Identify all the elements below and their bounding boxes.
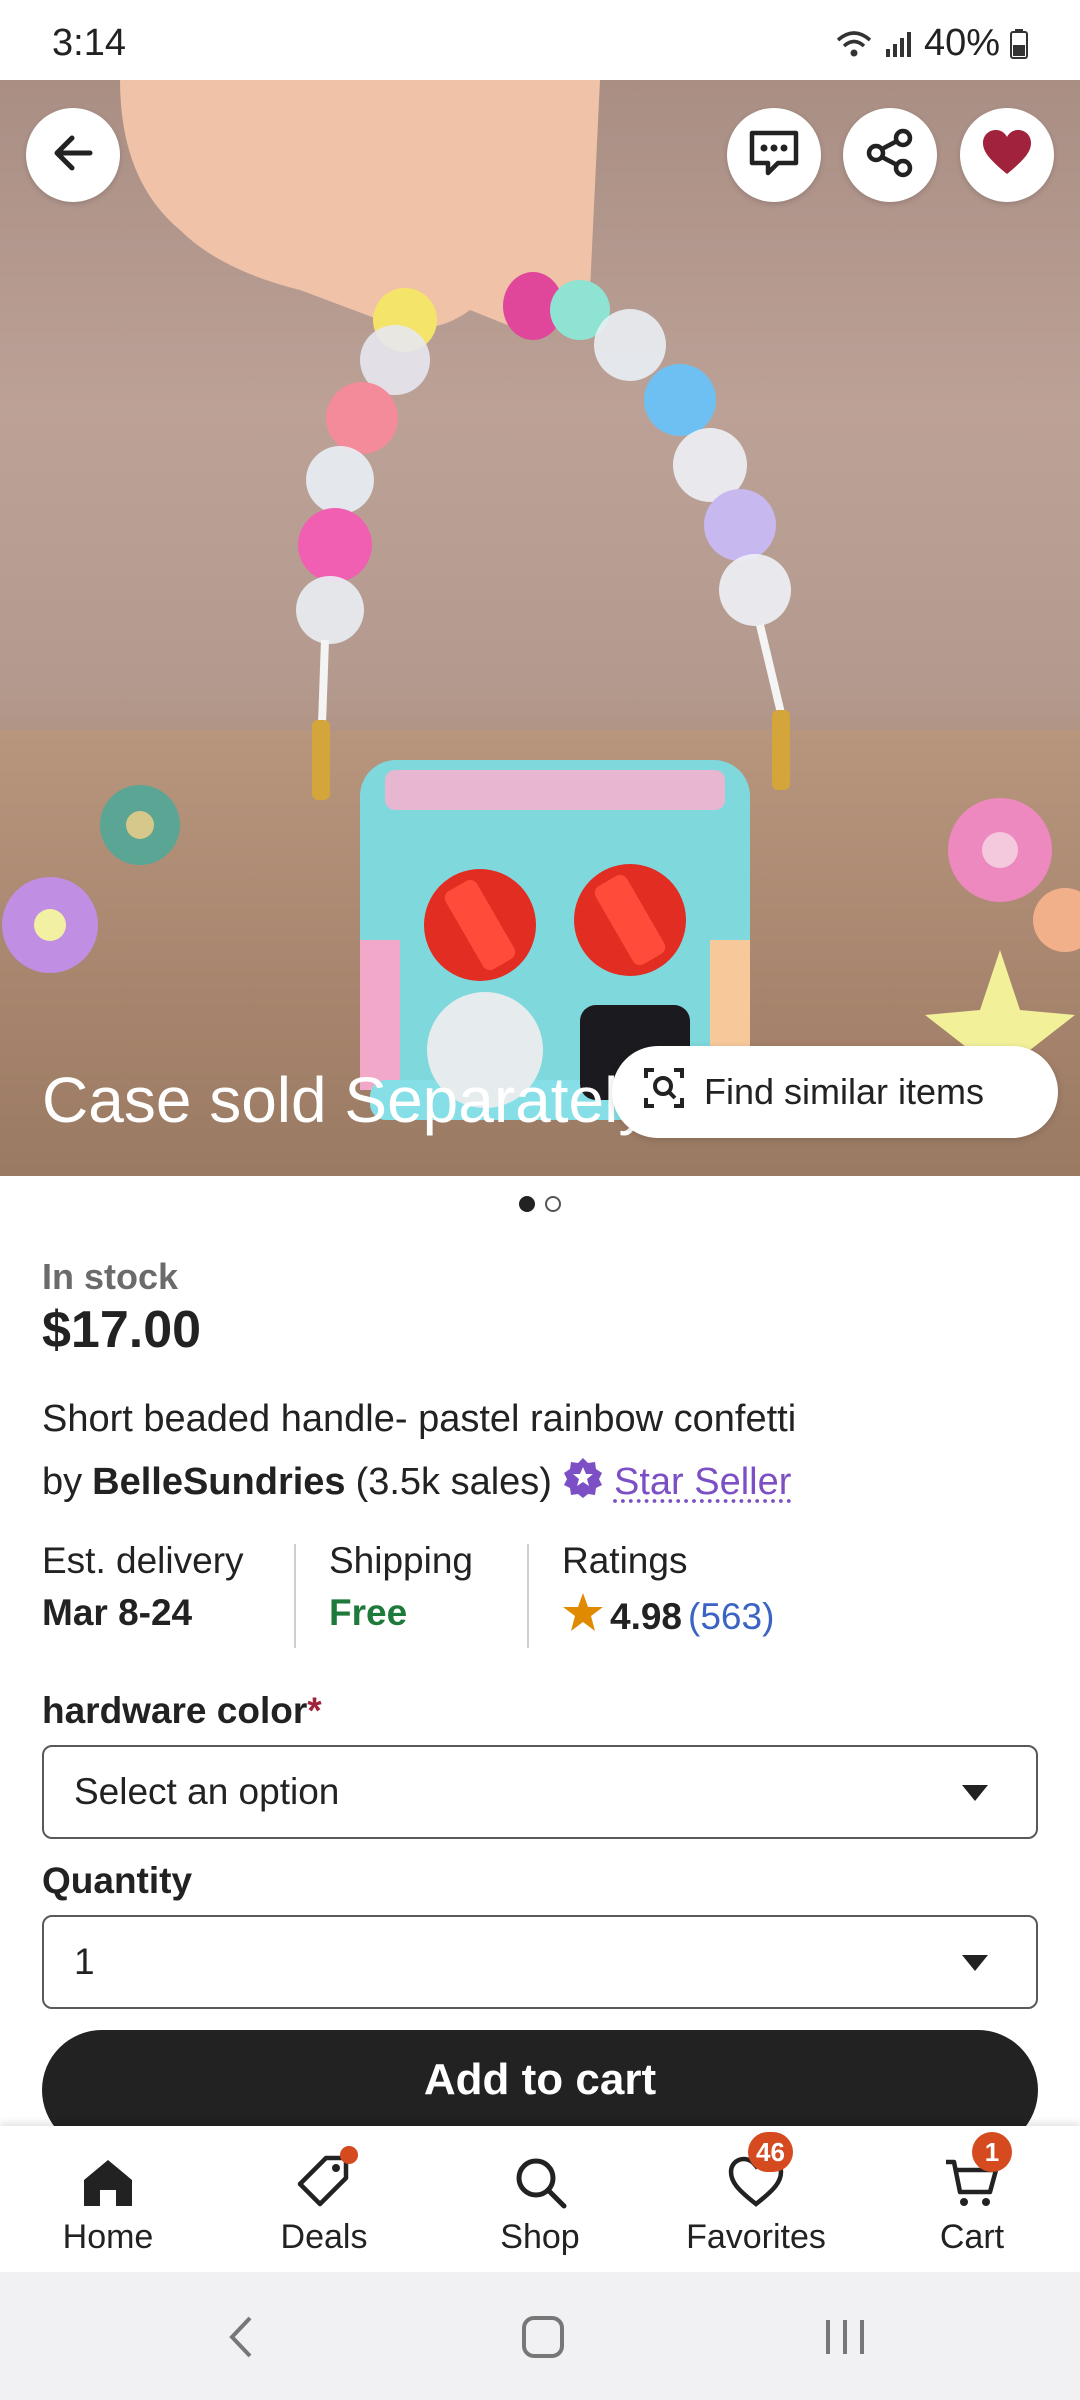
deals-notification-dot bbox=[340, 2146, 358, 2164]
signal-icon bbox=[884, 29, 914, 59]
tag-icon bbox=[294, 2146, 358, 2212]
nav-shop-label: Shop bbox=[500, 2218, 580, 2256]
quantity-value: 1 bbox=[74, 1941, 95, 1982]
delivery-info: Est. delivery Mar 8-24 bbox=[42, 1540, 244, 1652]
ratings-value: 4.98 (563) bbox=[562, 1592, 774, 1641]
listing-info-row: Est. delivery Mar 8-24 Shipping Free Rat… bbox=[42, 1540, 1042, 1652]
nav-cart[interactable]: 1 Cart bbox=[872, 2132, 1072, 2266]
bottom-navigation: Home Deals Shop 46 Favorites 1 Cart bbox=[0, 2126, 1080, 2272]
chat-icon bbox=[748, 129, 800, 182]
carousel-pagination bbox=[0, 1196, 1080, 1212]
nav-home-label: Home bbox=[62, 2218, 154, 2256]
rating-score: 4.98 bbox=[610, 1595, 683, 1637]
dropdown-caret-icon bbox=[962, 1785, 988, 1801]
carousel-dot-active[interactable] bbox=[519, 1196, 535, 1212]
visual-search-icon bbox=[642, 1066, 686, 1119]
product-photo bbox=[2, 80, 1080, 1120]
status-time: 3:14 bbox=[52, 22, 126, 64]
share-button[interactable] bbox=[843, 108, 937, 202]
system-back-icon[interactable] bbox=[222, 2312, 262, 2367]
battery-percent: 40% bbox=[923, 22, 1000, 64]
shipping-info: Shipping Free bbox=[329, 1540, 473, 1652]
seller-prefix: by bbox=[42, 1460, 83, 1503]
nav-home[interactable]: Home bbox=[8, 2136, 208, 2266]
star-seller-link[interactable]: Star Seller bbox=[614, 1461, 791, 1504]
favorite-button[interactable] bbox=[960, 108, 1054, 202]
seller-line: by BelleSundries (3.5k sales) Star Selle… bbox=[42, 1456, 791, 1508]
shipping-label: Shipping bbox=[329, 1540, 474, 1581]
battery-icon bbox=[1010, 28, 1028, 59]
product-image-carousel[interactable]: Case sold Separately Find similar items bbox=[0, 80, 1080, 1176]
listing-title: Short beaded handle- pastel rainbow conf… bbox=[42, 1398, 797, 1440]
nav-shop[interactable]: Shop bbox=[440, 2136, 640, 2266]
back-button[interactable] bbox=[26, 108, 120, 202]
find-similar-label: Find similar items bbox=[704, 1071, 985, 1112]
nav-deals[interactable]: Deals bbox=[224, 2136, 424, 2266]
hardware-color-value: Select an option bbox=[74, 1771, 340, 1812]
system-recents-icon[interactable] bbox=[822, 2312, 868, 2367]
favorites-badge: 46 bbox=[748, 2132, 793, 2172]
seller-sales-count: (3.5k sales) bbox=[355, 1460, 552, 1503]
arrow-left-icon bbox=[50, 130, 96, 181]
quantity-select[interactable]: 1 bbox=[42, 1915, 1038, 2009]
seller-name-link[interactable]: BelleSundries bbox=[92, 1461, 345, 1504]
nav-cart-label: Cart bbox=[939, 2218, 1005, 2256]
find-similar-items-button[interactable]: Find similar items bbox=[612, 1046, 1058, 1138]
heart-outline-icon: 46 bbox=[726, 2132, 793, 2212]
search-icon bbox=[510, 2152, 570, 2212]
system-home-icon[interactable] bbox=[520, 2312, 566, 2367]
star-icon bbox=[562, 1592, 604, 1641]
shipping-value: Free bbox=[329, 1592, 408, 1633]
status-bar: 3:14 40% bbox=[0, 0, 1080, 80]
hardware-color-select[interactable]: Select an option bbox=[42, 1745, 1038, 1839]
info-divider bbox=[527, 1544, 529, 1648]
hardware-color-label-text: hardware color bbox=[42, 1690, 308, 1731]
stock-status: In stock bbox=[42, 1256, 179, 1297]
home-icon bbox=[78, 2152, 138, 2212]
message-seller-button[interactable] bbox=[727, 108, 821, 202]
system-navigation-bar bbox=[0, 2272, 1080, 2400]
heart-icon bbox=[980, 128, 1034, 183]
ratings-label: Ratings bbox=[562, 1540, 688, 1581]
carousel-dot[interactable] bbox=[545, 1196, 561, 1212]
image-overlay-caption: Case sold Separately bbox=[42, 1064, 651, 1136]
dropdown-caret-icon bbox=[962, 1955, 988, 1971]
nav-favorites[interactable]: 46 Favorites bbox=[656, 2132, 856, 2266]
wifi-icon bbox=[834, 28, 874, 60]
share-icon bbox=[865, 128, 915, 183]
price: $17.00 bbox=[42, 1301, 202, 1359]
delivery-value: Mar 8-24 bbox=[42, 1592, 193, 1633]
status-indicators: 40% bbox=[834, 22, 1028, 65]
nav-deals-label: Deals bbox=[280, 2218, 368, 2256]
delivery-label: Est. delivery bbox=[42, 1540, 244, 1581]
nav-favorites-label: Favorites bbox=[686, 2218, 826, 2256]
cart-badge: 1 bbox=[972, 2132, 1012, 2172]
required-marker: * bbox=[307, 1690, 322, 1731]
star-seller-badge-icon bbox=[562, 1456, 604, 1508]
ratings-info[interactable]: Ratings 4.98 (563) bbox=[562, 1540, 774, 1652]
cart-icon: 1 bbox=[942, 2132, 1012, 2212]
hardware-color-label: hardware color* bbox=[42, 1690, 322, 1732]
info-divider bbox=[294, 1544, 296, 1648]
rating-count-link[interactable]: (563) bbox=[688, 1596, 774, 1638]
quantity-label: Quantity bbox=[42, 1860, 193, 1901]
